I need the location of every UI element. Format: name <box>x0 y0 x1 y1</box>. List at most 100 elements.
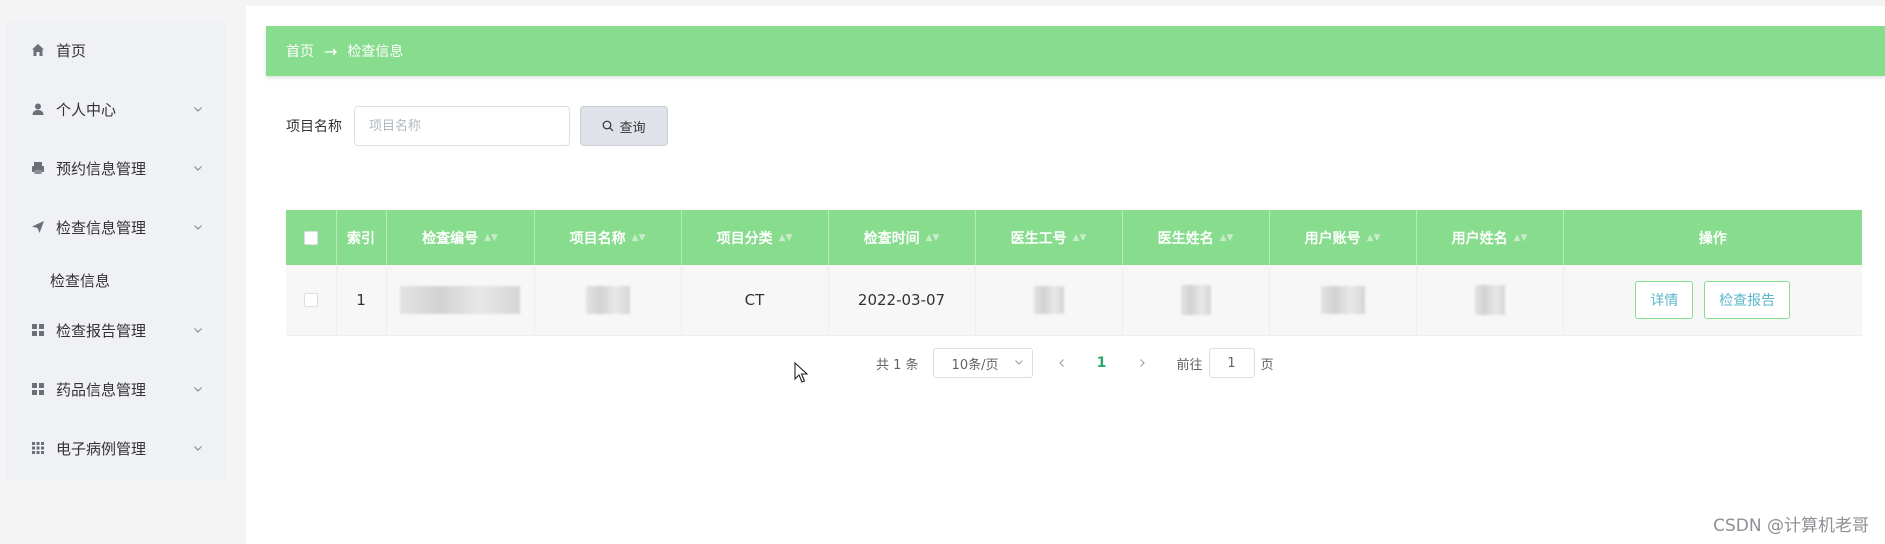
column-header[interactable]: 医生工号 ▲▼ <box>975 210 1123 265</box>
sidebar-item-personal-center[interactable]: 个人中心 <box>6 89 226 129</box>
sidebar-item-label: 检查信息管理 <box>56 218 147 237</box>
chevron-left-icon <box>1058 359 1064 367</box>
page-jump-input[interactable] <box>1208 348 1255 378</box>
sort-icon[interactable]: ▲▼ <box>1514 234 1528 243</box>
pagination: 共 1 条 10条/页 1 前往 页 <box>876 348 1274 378</box>
column-header: 操作 <box>1563 210 1862 265</box>
sort-icon[interactable]: ▲▼ <box>1367 234 1381 243</box>
sidebar-item-home[interactable]: 首页 <box>6 30 226 70</box>
sidebar-item-label: 个人中心 <box>56 100 117 119</box>
select-all-checkbox[interactable] <box>303 230 318 245</box>
cell-doctor-id <box>975 265 1123 336</box>
column-header[interactable]: 项目分类 ▲▼ <box>681 210 829 265</box>
next-page-button[interactable] <box>1127 348 1157 378</box>
pagination-total: 共 1 条 <box>876 357 919 373</box>
cell-project-name <box>534 265 682 336</box>
page-number-current[interactable]: 1 <box>1087 348 1117 378</box>
user-icon <box>30 101 46 117</box>
sidebar-item-medical-record[interactable]: 电子病例管理 <box>6 428 226 468</box>
redacted-value <box>1474 284 1505 315</box>
chevron-down-icon <box>192 162 204 174</box>
main-content: 首页 → 检查信息 项目名称 查询 <box>246 6 1885 544</box>
chevron-down-icon <box>192 324 204 336</box>
watermark: CSDN @计算机老哥 <box>1713 516 1869 536</box>
sidebar: 首页 个人中心 预约信息管理 检查信息管理 检查信息 检查报告管理 药品信息管理… <box>0 0 246 544</box>
chevron-down-icon <box>192 383 204 395</box>
sort-icon[interactable]: ▲▼ <box>926 234 940 243</box>
search-bar: 项目名称 查询 <box>286 106 668 146</box>
search-icon <box>602 120 614 132</box>
sidebar-item-label: 预约信息管理 <box>56 159 147 178</box>
sidebar-subitem-label: 检查信息 <box>50 271 111 290</box>
breadcrumb-separator: → <box>324 41 338 61</box>
sidebar-item-label: 药品信息管理 <box>56 380 147 399</box>
prev-page-button[interactable] <box>1047 348 1077 378</box>
column-header: 索引 <box>336 210 387 265</box>
redacted-value <box>1180 284 1211 315</box>
chevron-down-icon <box>192 221 204 233</box>
exam-report-button[interactable]: 检查报告 <box>1704 280 1791 319</box>
grid-icon <box>30 381 46 397</box>
redacted-value <box>1033 285 1064 314</box>
search-button-label: 查询 <box>619 120 646 136</box>
chevron-down-icon <box>192 103 204 115</box>
page-jump-suffix: 页 <box>1260 357 1274 373</box>
sidebar-menu: 首页 个人中心 预约信息管理 检查信息管理 检查信息 检查报告管理 药品信息管理… <box>6 20 226 480</box>
sidebar-subitem-exam-info[interactable]: 检查信息 <box>6 260 226 300</box>
breadcrumb: 首页 → 检查信息 <box>266 26 1885 76</box>
breadcrumb-home[interactable]: 首页 <box>286 41 314 61</box>
search-button[interactable]: 查询 <box>580 106 668 146</box>
sort-icon[interactable]: ▲▼ <box>779 234 793 243</box>
column-header[interactable]: 医生姓名 ▲▼ <box>1122 210 1270 265</box>
redacted-value <box>585 285 630 314</box>
cell-user-account <box>1269 265 1417 336</box>
column-header[interactable]: 检查时间 ▲▼ <box>828 210 976 265</box>
redacted-value <box>400 285 520 314</box>
printer-icon <box>30 160 46 176</box>
row-checkbox[interactable] <box>303 293 318 308</box>
sort-icon[interactable]: ▲▼ <box>632 234 646 243</box>
send-icon <box>30 219 46 235</box>
column-header[interactable]: 用户账号 ▲▼ <box>1269 210 1417 265</box>
apps-icon <box>30 440 46 456</box>
cell-index: 1 <box>336 265 387 336</box>
sidebar-item-exam-management[interactable]: 检查信息管理 <box>6 207 226 247</box>
table-row: 1 CT 2022-03-07 详情 检查报告 <box>286 265 1862 336</box>
sort-icon[interactable]: ▲▼ <box>1220 234 1234 243</box>
column-header[interactable]: 检查编号 ▲▼ <box>386 210 535 265</box>
sidebar-item-medicine-management[interactable]: 药品信息管理 <box>6 369 226 409</box>
cell-user-name <box>1416 265 1564 336</box>
sidebar-item-label: 电子病例管理 <box>56 439 147 458</box>
sidebar-item-label: 检查报告管理 <box>56 321 147 340</box>
page-size-select[interactable]: 10条/页 <box>932 348 1033 378</box>
mouse-cursor-icon <box>794 362 809 383</box>
cell-doctor-name <box>1122 265 1270 336</box>
chevron-down-icon <box>192 442 204 454</box>
page-size-value: 10条/页 <box>951 357 999 373</box>
chevron-down-icon <box>1014 356 1024 371</box>
cell-category: CT <box>681 265 829 336</box>
search-label: 项目名称 <box>286 119 342 135</box>
detail-button[interactable]: 详情 <box>1635 280 1694 319</box>
home-icon <box>30 42 46 58</box>
redacted-value <box>1320 285 1365 314</box>
header-select-all[interactable] <box>286 210 337 265</box>
sidebar-item-report-management[interactable]: 检查报告管理 <box>6 310 226 350</box>
search-input[interactable] <box>354 106 570 146</box>
sidebar-item-appointment[interactable]: 预约信息管理 <box>6 148 226 188</box>
table-header-row: 索引 检查编号 ▲▼ 项目名称 ▲▼ 项目分类 ▲▼ 检查时间 ▲▼ 医生工号 ▲▼ 医生… <box>286 210 1862 265</box>
sort-icon[interactable]: ▲▼ <box>1073 234 1087 243</box>
cell-exam-time: 2022-03-07 <box>828 265 976 336</box>
column-header[interactable]: 用户姓名 ▲▼ <box>1416 210 1564 265</box>
chevron-right-icon <box>1139 359 1145 367</box>
cell-exam-number <box>386 265 535 336</box>
data-table: 索引 检查编号 ▲▼ 项目名称 ▲▼ 项目分类 ▲▼ 检查时间 ▲▼ 医生工号 ▲▼ 医生… <box>286 210 1862 336</box>
column-header[interactable]: 项目名称 ▲▼ <box>534 210 682 265</box>
row-select-cell[interactable] <box>286 265 337 336</box>
cell-actions: 详情 检查报告 <box>1563 265 1862 336</box>
grid-icon <box>30 322 46 338</box>
sidebar-item-label: 首页 <box>56 41 87 60</box>
sort-icon[interactable]: ▲▼ <box>484 234 498 243</box>
breadcrumb-current: 检查信息 <box>347 44 404 60</box>
page-jump-label: 前往 <box>1176 357 1203 373</box>
